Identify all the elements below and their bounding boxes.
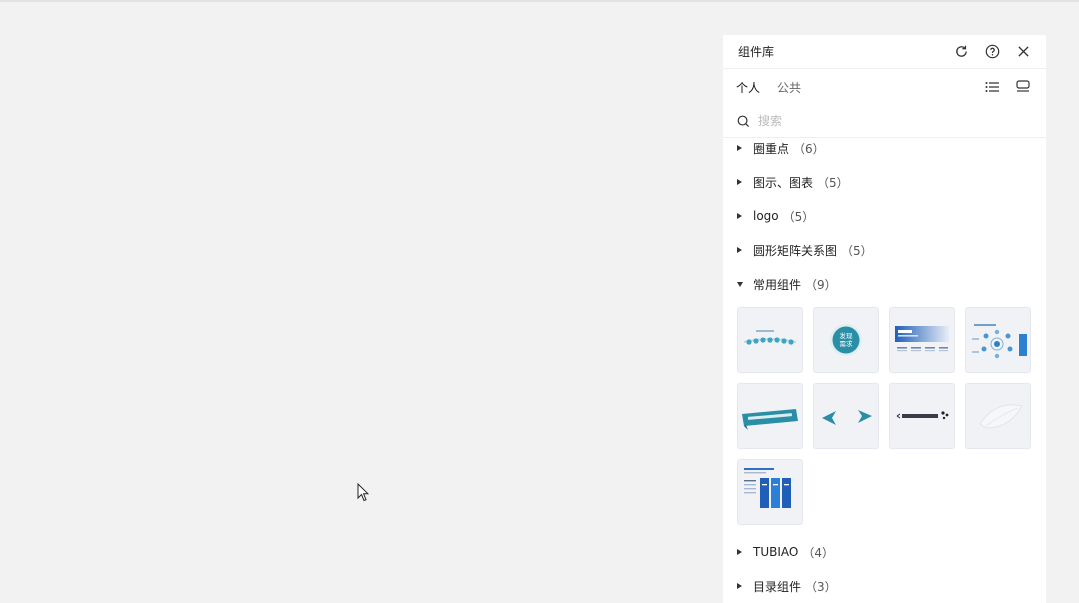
component-grid: 发现 需求 <box>723 301 1046 531</box>
category-count: （3） <box>805 579 837 594</box>
search-bar <box>723 105 1046 138</box>
component-thumbnail[interactable] <box>737 459 803 525</box>
search-icon <box>737 115 750 127</box>
card-view-icon[interactable] <box>1012 76 1034 98</box>
category-label: 图示、图表 <box>753 175 814 190</box>
badge-text-line-2: 需求 <box>840 339 854 348</box>
search-input[interactable] <box>756 113 1020 129</box>
category-count: （5） <box>782 209 815 224</box>
blue-slide-thumbnail <box>895 326 949 352</box>
component-thumbnail[interactable] <box>813 383 879 449</box>
ribbon-banner-thumbnail <box>742 409 798 430</box>
infographic-thumbnail <box>744 468 791 508</box>
category-label: 常用组件 <box>753 277 802 292</box>
component-thumbnail[interactable]: 发现 需求 <box>813 307 879 373</box>
category-count: （4） <box>802 545 834 560</box>
category-label: 目录组件 <box>753 579 802 594</box>
component-thumbnail[interactable] <box>889 383 955 449</box>
category-circle-matrix[interactable]: 圆形矩阵关系图 （5） <box>723 233 1046 267</box>
category-logo[interactable]: logo （5） <box>723 199 1046 233</box>
refresh-icon[interactable] <box>950 41 972 63</box>
component-thumbnail[interactable] <box>889 307 955 373</box>
category-table-of-contents[interactable]: 目录组件 （3） <box>723 569 1046 603</box>
component-thumbnail[interactable] <box>965 383 1031 449</box>
tabs-row: 个人 公共 <box>723 69 1046 105</box>
close-icon[interactable] <box>1012 41 1034 63</box>
list-view-icon[interactable] <box>981 76 1003 98</box>
mouse-cursor-icon <box>357 483 369 502</box>
panel-header: 组件库 <box>723 35 1046 69</box>
category-count: （6） <box>793 141 825 156</box>
caret-down-icon <box>737 281 743 287</box>
tab-personal[interactable]: 个人 <box>736 79 760 96</box>
tab-public[interactable]: 公共 <box>777 79 801 96</box>
panel-title: 组件库 <box>738 45 775 59</box>
category-quan-zhong-dian[interactable]: 圈重点 （6） <box>723 139 1046 157</box>
category-count: （5） <box>817 175 849 190</box>
badge-text-line-1: 发现 <box>840 331 854 340</box>
help-icon[interactable] <box>981 41 1003 63</box>
caret-right-icon <box>737 583 742 589</box>
category-common-components[interactable]: 常用组件 （9） <box>723 267 1046 301</box>
caret-right-icon <box>737 247 742 253</box>
mind-map-thumbnail <box>972 324 1027 359</box>
top-border <box>0 0 1079 2</box>
component-thumbnail[interactable] <box>737 383 803 449</box>
category-count: （5） <box>841 243 873 258</box>
arrows-thumbnail <box>822 410 872 425</box>
category-count: （9） <box>805 277 837 292</box>
component-thumbnail[interactable] <box>965 307 1031 373</box>
leaf-shape-thumbnail <box>979 404 1023 429</box>
category-label: TUBIAO <box>753 545 799 559</box>
caret-right-icon <box>737 213 742 219</box>
dot-timeline-thumbnail <box>743 330 797 345</box>
category-label: 圈重点 <box>753 141 790 156</box>
title-text-thumbnail <box>896 411 949 420</box>
component-library-panel: 组件库 个人 公共 圈重点 （6） 图示、图表 （5） <box>723 35 1046 603</box>
caret-right-icon <box>737 549 742 555</box>
caret-right-icon <box>737 145 742 151</box>
caret-right-icon <box>737 179 742 185</box>
component-thumbnail[interactable] <box>737 307 803 373</box>
category-label: 圆形矩阵关系图 <box>753 243 838 258</box>
circle-badge-thumbnail: 发现 需求 <box>830 324 862 356</box>
category-tubiao[interactable]: TUBIAO （4） <box>723 535 1046 569</box>
category-label: logo <box>753 209 779 223</box>
category-tu-shi-tu-biao[interactable]: 图示、图表 （5） <box>723 165 1046 199</box>
